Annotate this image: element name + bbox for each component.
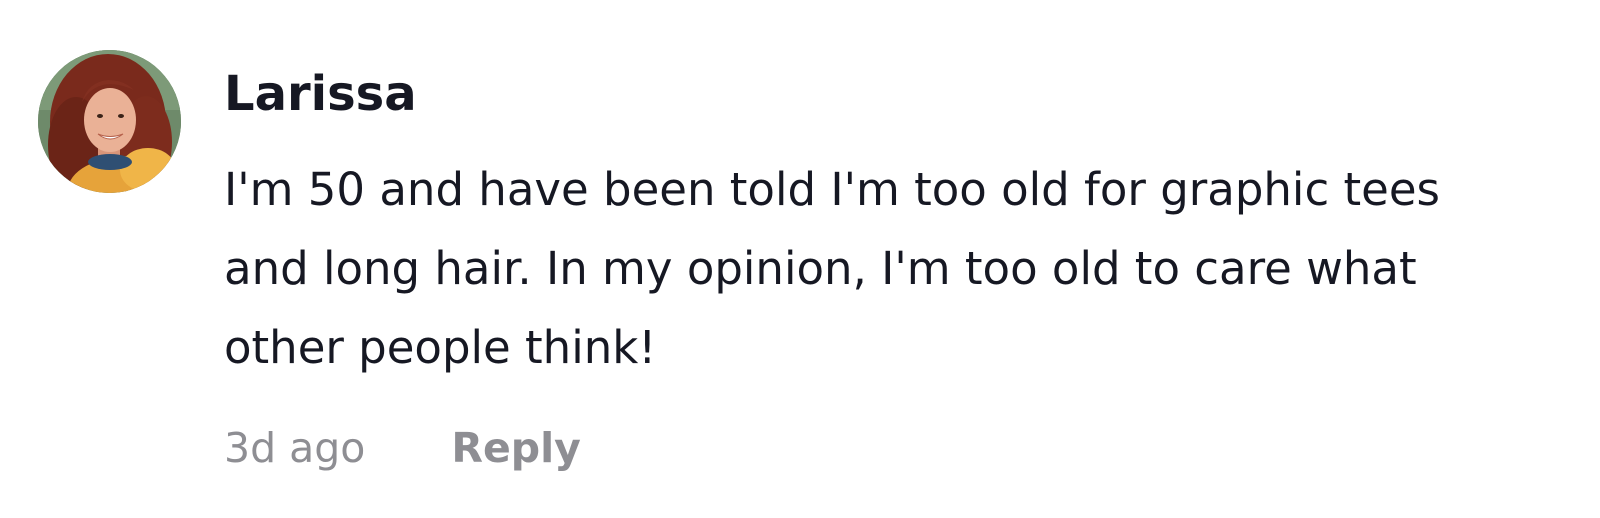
comment-content: Larissa I'm 50 and have been told I'm to…: [224, 58, 1564, 387]
avatar-image: [38, 50, 181, 193]
comment-timestamp: 3d ago: [224, 424, 366, 472]
comment-meta: 3d ago Reply: [224, 416, 581, 480]
avatar[interactable]: [38, 50, 181, 193]
reply-button[interactable]: Reply: [451, 424, 581, 472]
comment-item: Larissa I'm 50 and have been told I'm to…: [0, 0, 1600, 518]
comment-username[interactable]: Larissa: [224, 58, 1564, 132]
comment-text: I'm 50 and have been told I'm too old fo…: [224, 163, 1440, 374]
